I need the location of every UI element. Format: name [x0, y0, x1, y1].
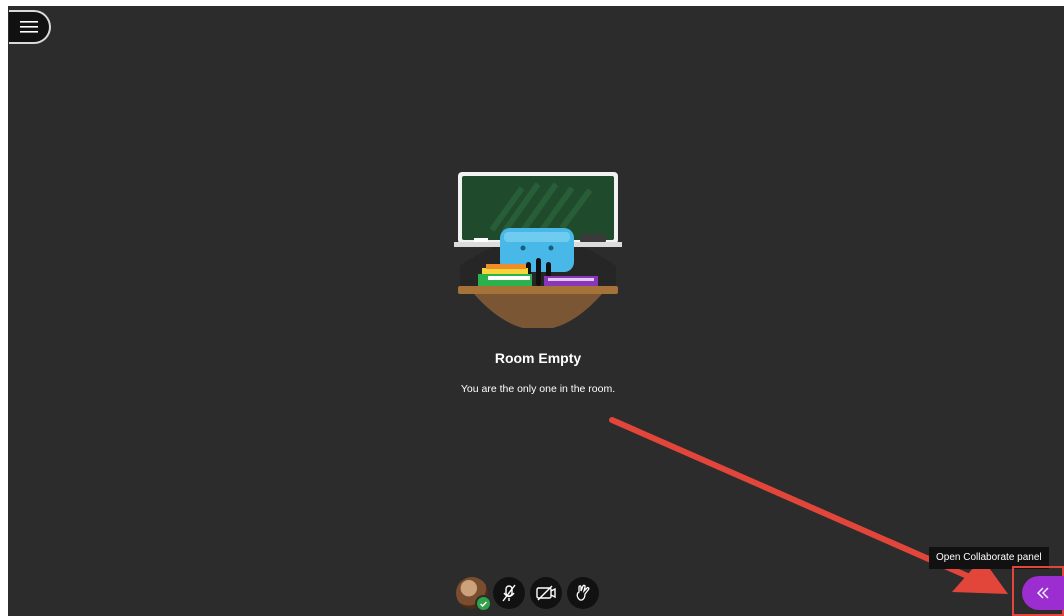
session-controls: [456, 577, 599, 612]
camera-off-icon: [536, 585, 556, 601]
double-chevron-left-icon: [1037, 587, 1049, 599]
hamburger-menu-icon: [20, 21, 38, 33]
checkmark-icon: [475, 595, 492, 612]
raise-hand-icon: [576, 584, 590, 601]
camera-toggle-button[interactable]: [530, 577, 562, 609]
microphone-muted-icon: [502, 584, 516, 602]
open-collaborate-panel-button[interactable]: [1022, 576, 1064, 610]
user-avatar[interactable]: [456, 577, 492, 612]
panel-tooltip: Open Collaborate panel: [929, 547, 1049, 569]
raise-hand-button[interactable]: [567, 577, 599, 609]
session-menu-button[interactable]: [9, 10, 51, 44]
empty-room-illustration: [454, 172, 622, 328]
room-status-title: Room Empty: [494, 350, 582, 366]
microphone-toggle-button[interactable]: [493, 577, 525, 609]
room-status-message: You are the only one in the room.: [460, 383, 616, 395]
